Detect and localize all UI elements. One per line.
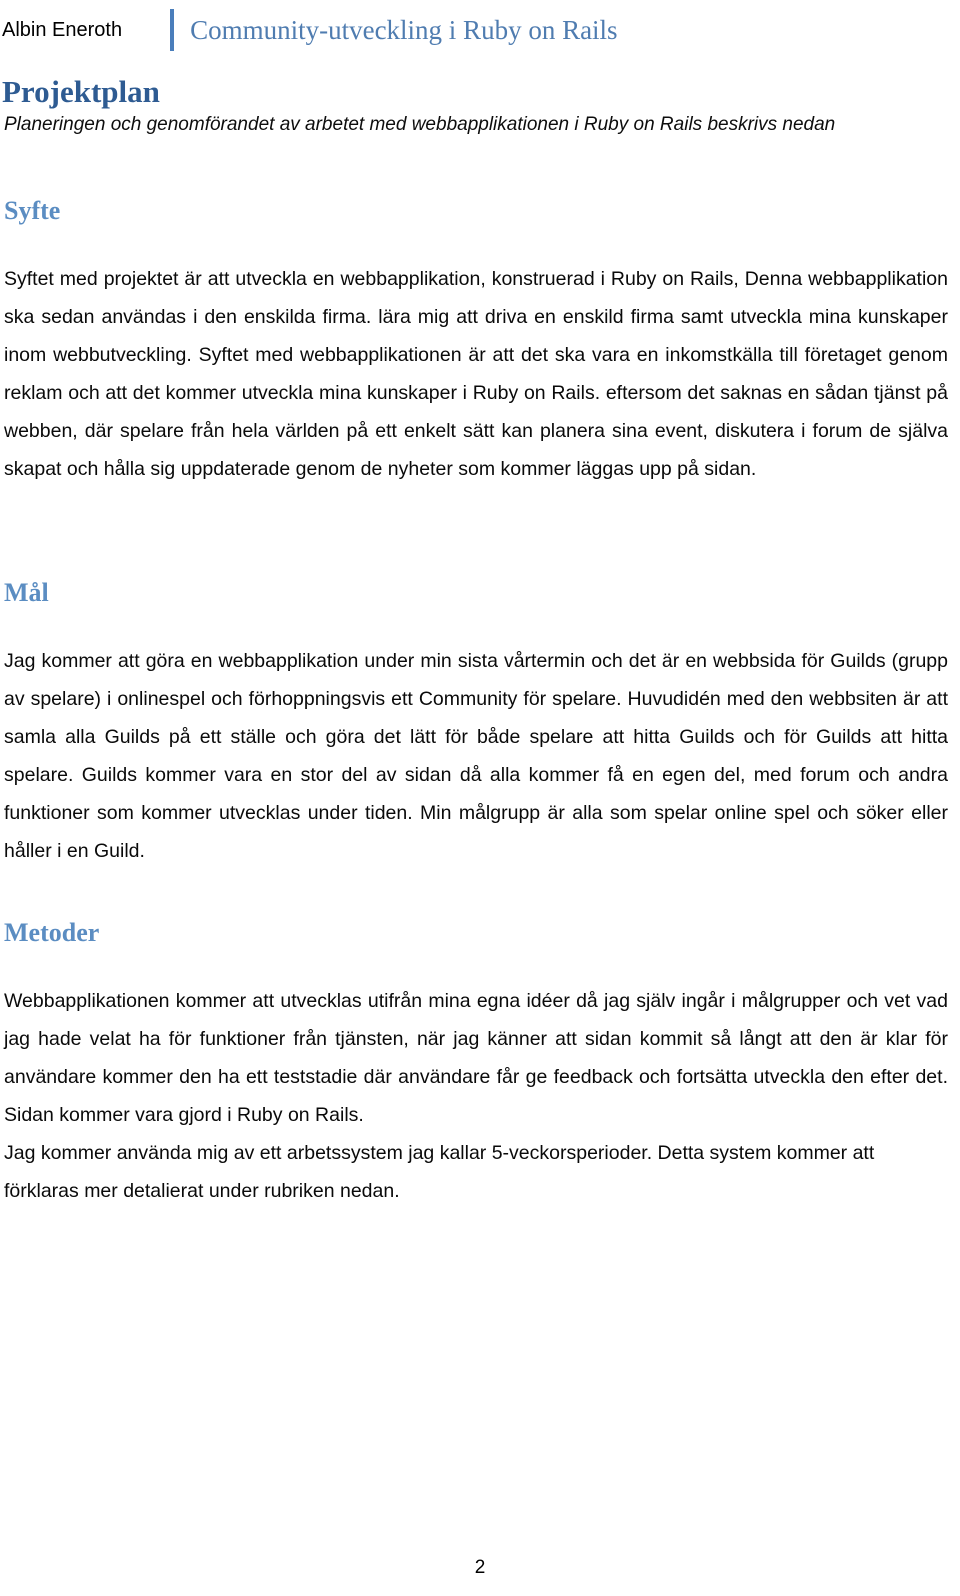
header-vertical-rule-divider (170, 9, 175, 51)
paragraph-mal-1: Jag kommer att göra en webbapplikation u… (4, 650, 948, 862)
section-syfte: Syfte Syftet med projektet är att utveck… (4, 196, 948, 488)
document-page: Albin Eneroth Community-utveckling i Rub… (0, 0, 960, 1596)
section-mal: Mål Jag kommer att göra en webbapplikati… (4, 578, 948, 870)
section-metoder: Metoder Webbapplikationen kommer att utv… (4, 918, 948, 1210)
paragraph-metoder-1: Webbapplikationen kommer att utvecklas u… (4, 990, 948, 1126)
footer-page-number: 2 (474, 1557, 486, 1578)
header-document-title: Community-utveckling i Ruby on Rails (190, 15, 618, 45)
section-heading-mal: Mål (4, 578, 49, 607)
document-running-header: Albin Eneroth Community-utveckling i Rub… (0, 6, 960, 54)
heading-spacer (4, 948, 948, 982)
heading-spacer (4, 608, 948, 642)
page-title: Projektplan (2, 74, 160, 109)
page-subtitle: Planeringen och genomförandet av arbetet… (4, 114, 836, 135)
heading-spacer (4, 226, 948, 260)
paragraph-syfte-1: Syftet med projektet är att utveckla en … (4, 268, 948, 480)
section-heading-metoder: Metoder (4, 918, 100, 947)
section-heading-syfte: Syfte (4, 196, 61, 225)
paragraph-metoder-2: Jag kommer använda mig av ett arbetssyst… (4, 1142, 875, 1202)
header-author-name: Albin Eneroth (2, 19, 123, 41)
